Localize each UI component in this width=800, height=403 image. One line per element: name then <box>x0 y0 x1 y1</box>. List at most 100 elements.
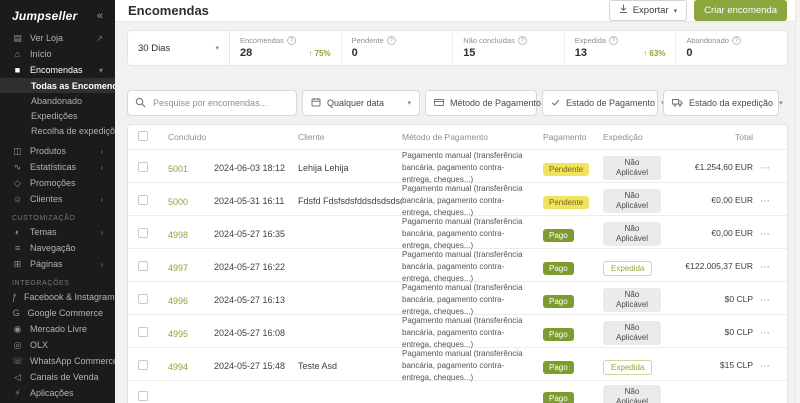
row-menu-button[interactable]: ⋯ <box>753 361 777 372</box>
payment-status-badge: Pago <box>543 229 574 242</box>
row-menu-button[interactable]: ⋯ <box>753 196 777 207</box>
payment-state-filter-label: Estado de Pagamento <box>566 98 656 108</box>
shipment-status-badge: Expedida <box>603 261 653 276</box>
order-number-link[interactable]: 5000 <box>168 197 188 207</box>
sidebar-item-label: Facebook & Instagram <box>24 292 115 302</box>
chevron-right-icon: › <box>100 146 103 156</box>
sidebar-item-facebook-instagram[interactable]: ƒ Facebook & Instagram <box>0 289 115 305</box>
sidebar-item-label: Aplicações <box>30 388 74 398</box>
sidebar-item-google-commerce[interactable]: G Google Commerce <box>0 305 115 321</box>
row-checkbox[interactable] <box>138 162 148 172</box>
box-icon: ◫ <box>13 145 22 156</box>
filters-bar: Qualquer data ▾ Método de Pagamento ▾ Es… <box>127 90 788 116</box>
stat-label: Expedida <box>574 36 607 45</box>
row-checkbox[interactable] <box>138 360 148 370</box>
sidebar-item-temas[interactable]: ◐ Temas › <box>0 224 115 240</box>
info-icon[interactable]: ? <box>609 36 619 45</box>
search-input[interactable] <box>127 90 297 116</box>
sidebar-item-whatsapp-commerce[interactable]: ☏ WhatsApp Commerce <box>0 353 115 369</box>
external-link-icon: ↗ <box>96 33 103 43</box>
sidebar-subitem[interactable]: Recolha de expedições <box>0 123 115 138</box>
sidebar-item-mercado-livre[interactable]: ◉ Mercado Livre <box>0 321 115 337</box>
client-name: Fdsfd Fdsfsdsfddsdsdsdsdsds <box>298 196 402 206</box>
order-number-link[interactable]: 5001 <box>168 164 188 174</box>
order-total: €0,00 EUR <box>711 228 753 239</box>
stat-card: Pendente? 0 <box>342 31 454 65</box>
info-icon[interactable]: ? <box>386 36 396 45</box>
sidebar-subitem[interactable]: Expedições <box>0 108 115 123</box>
content: 30 Dias ▾ Encomendas? 28 ↑ 75% Pendente? 0 Nã… <box>115 22 800 403</box>
row-checkbox[interactable] <box>138 261 148 271</box>
caret-down-icon: ▾ <box>407 100 411 107</box>
row-checkbox[interactable] <box>138 195 148 205</box>
info-icon[interactable]: ? <box>517 36 527 45</box>
payment-state-filter[interactable]: Estado de Pagamento ▾ <box>542 90 665 116</box>
client-name: Teste Asd <box>298 361 338 371</box>
whatsapp-icon: ☏ <box>12 355 24 366</box>
select-all-checkbox[interactable] <box>138 131 148 141</box>
order-date: 2024-06-03 18:12 <box>214 163 286 173</box>
order-date: 2024-05-31 16:11 <box>214 196 285 206</box>
sidebar-item-promocoes[interactable]: ◇ Promoções <box>0 175 115 191</box>
row-checkbox[interactable] <box>138 294 148 304</box>
stat-label: Abandonado <box>686 36 729 45</box>
order-number-link[interactable]: 4998 <box>168 230 188 240</box>
sidebar-item-aplicacoes[interactable]: ⚡ Aplicações <box>0 385 115 401</box>
sidebar-subitem[interactable]: Abandonado <box>0 93 115 108</box>
row-menu-button[interactable]: ⋯ <box>753 328 777 339</box>
col-header-cliente: Cliente <box>298 132 325 142</box>
row-checkbox[interactable] <box>138 391 148 401</box>
shipping-state-filter[interactable]: Estado da expedição ▾ <box>663 90 783 116</box>
date-filter-label: Qualquer data <box>327 98 385 108</box>
table-row: 4998 2024-05-27 16:35 Pagamento manual (… <box>128 215 787 250</box>
create-order-button[interactable]: Criar encomenda <box>694 0 787 21</box>
payment-status-badge: Pago <box>543 392 574 403</box>
order-date: 2024-05-27 16:22 <box>214 262 286 272</box>
row-menu-button[interactable]: ⋯ <box>753 229 777 240</box>
stat-delta: ↑ 63% <box>643 48 666 58</box>
export-button[interactable]: Exportar ▾ <box>608 0 688 21</box>
order-number-link[interactable]: 4994 <box>168 362 188 372</box>
row-menu-button[interactable]: ⋯ <box>753 262 777 273</box>
sidebar-item-produtos[interactable]: ◫ Produtos › <box>0 143 115 159</box>
order-total: $0 CLP <box>724 327 753 338</box>
payment-status-badge: Pago <box>543 328 574 341</box>
sidebar-item-inicio[interactable]: ⌂ Início <box>0 46 115 62</box>
order-number-link[interactable]: 4995 <box>168 329 188 339</box>
period-selector[interactable]: 30 Dias ▾ <box>128 31 230 65</box>
row-menu-button[interactable]: ⋯ <box>753 295 777 306</box>
row-checkbox[interactable] <box>138 228 148 238</box>
payment-method-filter[interactable]: Método de Pagamento ▾ <box>425 90 551 116</box>
table-row: 4997 2024-05-27 16:22 Pagamento manual (… <box>128 248 787 283</box>
sidebar-item-clientes[interactable]: ☺ Clientes › <box>0 191 115 207</box>
collapse-sidebar-icon[interactable]: « <box>97 10 103 22</box>
chevron-right-icon: › <box>100 259 103 269</box>
payment-method-text: Pagamento manual (transferência bancária… <box>402 349 523 382</box>
sidebar-item-estatisticas[interactable]: ∿ Estatísticas › <box>0 159 115 175</box>
sidebar-item-olx[interactable]: ◎ OLX <box>0 337 115 353</box>
sidebar-item-ver-loja[interactable]: ▤ Ver Loja ↗ <box>0 30 115 46</box>
sidebar-item-paginas[interactable]: ⊞ Páginas › <box>0 256 115 272</box>
info-icon[interactable]: ? <box>731 36 741 45</box>
sidebar-subitem[interactable]: Todas as Encomendas <box>0 78 115 93</box>
chevron-right-icon: › <box>100 227 103 237</box>
sidebar-item-canais-de-venda[interactable]: ◁ Canais de Venda <box>0 369 115 385</box>
chart-icon: ∿ <box>13 161 22 172</box>
shipment-status-badge: Não Aplicável <box>603 384 661 403</box>
info-icon[interactable]: ? <box>286 36 296 45</box>
sidebar-item-navegacao[interactable]: ≡ Navegação <box>0 240 115 256</box>
vertical-scrollbar[interactable] <box>795 0 800 403</box>
shipment-status-badge: Não Aplicável <box>603 287 661 313</box>
order-number-link[interactable]: 4997 <box>168 263 188 273</box>
sidebar-item-label: Promoções <box>30 178 76 188</box>
stat-card: Abandonado? 0 <box>676 31 787 65</box>
sidebar-item-label: Estatísticas <box>30 162 77 172</box>
page-title: Encomendas <box>128 3 209 18</box>
row-menu-button[interactable]: ⋯ <box>753 163 777 174</box>
order-number-link[interactable]: 4996 <box>168 296 188 306</box>
payment-method-text: Pagamento manual (transferência bancária… <box>402 316 523 349</box>
row-checkbox[interactable] <box>138 327 148 337</box>
col-header-pagamento: Pagamento <box>543 132 587 142</box>
date-filter[interactable]: Qualquer data ▾ <box>302 90 420 116</box>
sidebar-item-encomendas[interactable]: ■ Encomendas ▾ <box>0 62 115 78</box>
